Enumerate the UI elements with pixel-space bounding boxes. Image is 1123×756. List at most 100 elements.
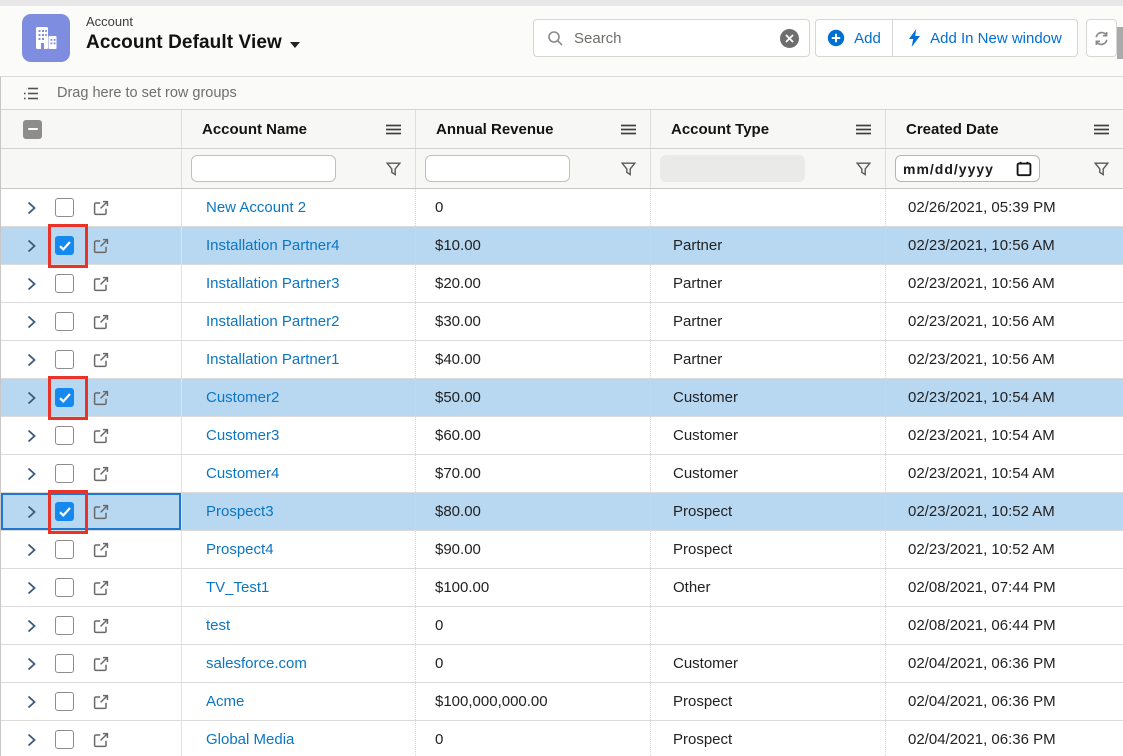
- account-name-link[interactable]: test: [206, 617, 230, 634]
- created-date-cell: 02/23/2021, 10:56 AM: [908, 237, 1055, 254]
- expand-chevron-icon[interactable]: [27, 429, 36, 443]
- expand-chevron-icon[interactable]: [27, 505, 36, 519]
- open-in-new-window-icon[interactable]: [92, 693, 110, 711]
- open-in-new-window-icon[interactable]: [92, 275, 110, 293]
- open-in-new-window-icon[interactable]: [92, 579, 110, 597]
- row-checkbox[interactable]: [55, 426, 74, 445]
- search-input[interactable]: Search: [533, 19, 810, 57]
- filter-icon[interactable]: [1094, 162, 1109, 176]
- column-menu-icon[interactable]: [1094, 124, 1109, 135]
- row-checkbox[interactable]: [55, 730, 74, 749]
- expand-chevron-icon[interactable]: [27, 657, 36, 671]
- table-row: Customer4 $70.00 Customer 02/23/2021, 10…: [1, 455, 1123, 493]
- open-in-new-window-icon[interactable]: [92, 503, 110, 521]
- open-in-new-window-icon[interactable]: [92, 541, 110, 559]
- column-menu-icon[interactable]: [386, 124, 401, 135]
- expand-chevron-icon[interactable]: [27, 315, 36, 329]
- row-groups-bar[interactable]: Drag here to set row groups: [0, 77, 1123, 110]
- account-name-link[interactable]: Acme: [206, 693, 244, 710]
- expand-chevron-icon[interactable]: [27, 353, 36, 367]
- open-in-new-window-icon[interactable]: [92, 389, 110, 407]
- lightning-bolt-icon: [908, 29, 921, 47]
- date-filter-placeholder: mm/dd/yyyy: [903, 161, 995, 177]
- add-button[interactable]: Add: [816, 20, 893, 56]
- column-header-account-name[interactable]: Account Name: [202, 121, 386, 138]
- expand-chevron-icon[interactable]: [27, 239, 36, 253]
- add-in-new-window-button[interactable]: Add In New window: [893, 20, 1077, 56]
- row-checkbox[interactable]: [55, 388, 74, 407]
- row-checkbox[interactable]: [55, 540, 74, 559]
- created-date-cell: 02/23/2021, 10:52 AM: [908, 503, 1055, 520]
- row-checkbox[interactable]: [55, 578, 74, 597]
- account-name-link[interactable]: Customer4: [206, 465, 279, 482]
- open-in-new-window-icon[interactable]: [92, 655, 110, 673]
- annual-revenue-cell: $60.00: [435, 427, 481, 444]
- row-checkbox[interactable]: [55, 312, 74, 331]
- expand-chevron-icon[interactable]: [27, 733, 36, 747]
- expand-chevron-icon[interactable]: [27, 581, 36, 595]
- expand-chevron-icon[interactable]: [27, 201, 36, 215]
- account-name-link[interactable]: Installation Partner1: [206, 351, 339, 368]
- account-name-link[interactable]: Installation Partner2: [206, 313, 339, 330]
- expand-chevron-icon[interactable]: [27, 467, 36, 481]
- open-in-new-window-icon[interactable]: [92, 199, 110, 217]
- view-selector-caret-icon[interactable]: [290, 42, 300, 48]
- created-date-filter-input[interactable]: mm/dd/yyyy: [895, 155, 1040, 182]
- clear-search-icon[interactable]: [780, 29, 799, 48]
- column-menu-icon[interactable]: [621, 124, 636, 135]
- row-checkbox[interactable]: [55, 236, 74, 255]
- account-name-link[interactable]: Global Media: [206, 731, 294, 748]
- open-in-new-window-icon[interactable]: [92, 427, 110, 445]
- column-header-account-type[interactable]: Account Type: [671, 121, 856, 138]
- row-checkbox[interactable]: [55, 350, 74, 369]
- expand-chevron-icon[interactable]: [27, 543, 36, 557]
- expand-chevron-icon[interactable]: [27, 391, 36, 405]
- account-name-link[interactable]: Prospect3: [206, 503, 274, 520]
- row-groups-hint: Drag here to set row groups: [57, 85, 237, 101]
- created-date-cell: 02/04/2021, 06:36 PM: [908, 655, 1056, 672]
- row-checkbox[interactable]: [55, 464, 74, 483]
- row-controls-cell: [1, 189, 182, 226]
- annual-revenue-filter-input[interactable]: [425, 155, 570, 182]
- row-checkbox[interactable]: [55, 692, 74, 711]
- column-header-annual-revenue[interactable]: Annual Revenue: [436, 121, 621, 138]
- calendar-icon[interactable]: [1016, 161, 1032, 177]
- annual-revenue-cell: $100.00: [435, 579, 489, 596]
- open-in-new-window-icon[interactable]: [92, 351, 110, 369]
- select-all-checkbox[interactable]: [23, 120, 42, 139]
- table-row: Customer2 $50.00 Customer 02/23/2021, 10…: [1, 379, 1123, 417]
- account-name-link[interactable]: Customer2: [206, 389, 279, 406]
- account-type-cell: Customer: [673, 655, 738, 672]
- open-in-new-window-icon[interactable]: [92, 313, 110, 331]
- expand-chevron-icon[interactable]: [27, 619, 36, 633]
- open-in-new-window-icon[interactable]: [92, 617, 110, 635]
- filter-icon[interactable]: [856, 162, 871, 176]
- account-name-link[interactable]: New Account 2: [206, 199, 306, 216]
- vertical-scrollbar-thumb[interactable]: [1117, 27, 1123, 59]
- open-in-new-window-icon[interactable]: [92, 731, 110, 749]
- add-button-group: Add Add In New window: [815, 19, 1078, 57]
- refresh-button[interactable]: [1086, 19, 1117, 57]
- open-in-new-window-icon[interactable]: [92, 237, 110, 255]
- created-date-cell: 02/23/2021, 10:54 AM: [908, 389, 1055, 406]
- account-name-filter-input[interactable]: [191, 155, 336, 182]
- account-name-link[interactable]: salesforce.com: [206, 655, 307, 672]
- filter-icon[interactable]: [386, 162, 401, 176]
- row-checkbox[interactable]: [55, 654, 74, 673]
- account-name-link[interactable]: TV_Test1: [206, 579, 269, 596]
- account-name-link[interactable]: Customer3: [206, 427, 279, 444]
- expand-chevron-icon[interactable]: [27, 277, 36, 291]
- column-header-created-date[interactable]: Created Date: [906, 121, 1094, 138]
- search-placeholder: Search: [574, 30, 780, 47]
- row-checkbox[interactable]: [55, 502, 74, 521]
- column-menu-icon[interactable]: [856, 124, 871, 135]
- account-name-link[interactable]: Installation Partner3: [206, 275, 339, 292]
- open-in-new-window-icon[interactable]: [92, 465, 110, 483]
- expand-chevron-icon[interactable]: [27, 695, 36, 709]
- row-checkbox[interactable]: [55, 198, 74, 217]
- account-name-link[interactable]: Prospect4: [206, 541, 274, 558]
- row-checkbox[interactable]: [55, 274, 74, 293]
- row-checkbox[interactable]: [55, 616, 74, 635]
- filter-icon[interactable]: [621, 162, 636, 176]
- account-name-link[interactable]: Installation Partner4: [206, 237, 339, 254]
